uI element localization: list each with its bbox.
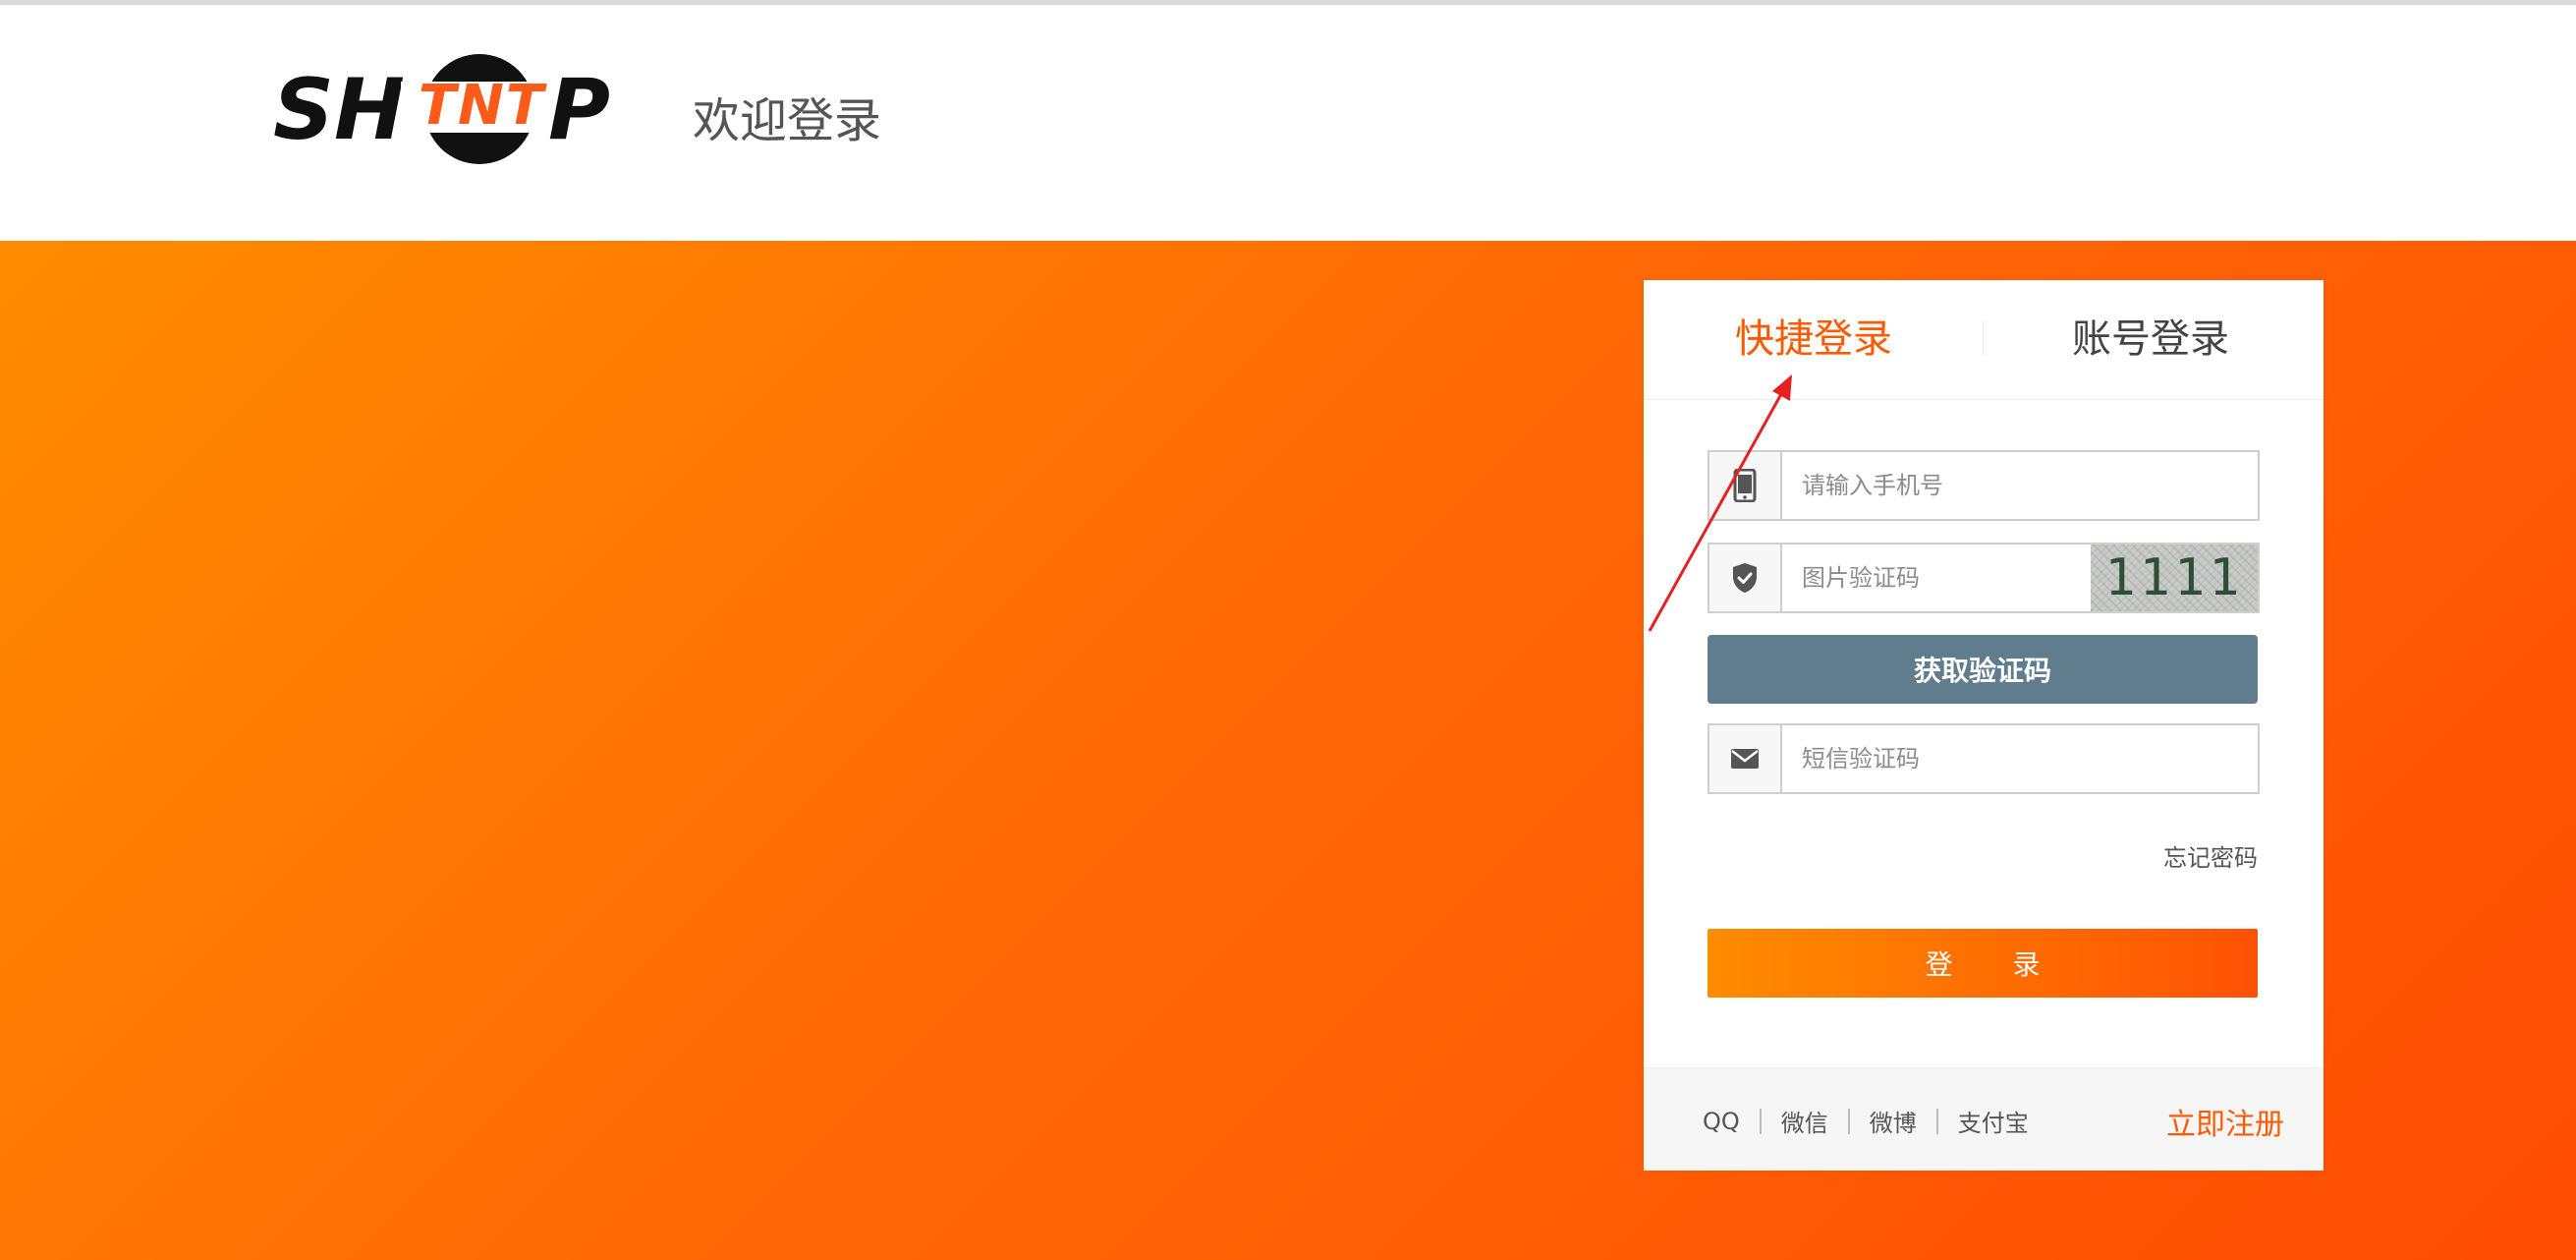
captcha-code: 1111 bbox=[2104, 548, 2244, 607]
tab-divider bbox=[1983, 321, 1984, 355]
login-button[interactable]: 登 录 bbox=[1708, 929, 2258, 998]
captcha-image[interactable]: 1111 bbox=[2091, 544, 2258, 611]
logo-text-right: P bbox=[548, 61, 611, 159]
shield-check-icon bbox=[1709, 544, 1782, 611]
tab-account-login[interactable]: 账号登录 bbox=[2072, 315, 2229, 363]
social-login-links: QQ 微信 微博 支付宝 bbox=[1703, 1104, 2029, 1138]
envelope-icon bbox=[1709, 725, 1782, 792]
social-separator bbox=[1759, 1108, 1762, 1134]
captcha-input[interactable] bbox=[1782, 544, 2095, 611]
mobile-phone-icon bbox=[1709, 452, 1782, 519]
site-logo[interactable]: SH TNT P bbox=[273, 44, 612, 164]
social-separator bbox=[1935, 1108, 1938, 1134]
panel-footer: QQ 微信 微博 支付宝 立即注册 bbox=[1644, 1067, 2324, 1171]
social-alipay-link[interactable]: 支付宝 bbox=[1958, 1104, 2029, 1138]
social-wechat-link[interactable]: 微信 bbox=[1781, 1104, 1828, 1138]
header: SH TNT P 欢迎登录 bbox=[0, 5, 2576, 241]
register-link[interactable]: 立即注册 bbox=[2166, 1100, 2284, 1143]
login-panel: 快捷登录 账号登录 1111 获取验证码 bbox=[1644, 280, 2324, 1171]
captcha-field: 1111 bbox=[1708, 543, 2260, 613]
social-qq-link[interactable]: QQ bbox=[1703, 1108, 1740, 1135]
forgot-password-link[interactable]: 忘记密码 bbox=[2163, 838, 2258, 873]
welcome-title: 欢迎登录 bbox=[693, 93, 882, 148]
phone-input[interactable] bbox=[1782, 452, 2254, 519]
login-tabs: 快捷登录 账号登录 bbox=[1644, 280, 2324, 400]
get-code-button[interactable]: 获取验证码 bbox=[1708, 635, 2258, 704]
tab-quick-login[interactable]: 快捷登录 bbox=[1735, 315, 1892, 363]
social-separator bbox=[1847, 1108, 1850, 1134]
sms-code-field bbox=[1708, 723, 2260, 794]
sms-code-input[interactable] bbox=[1782, 725, 2254, 792]
logo-text-middle: TNT bbox=[418, 74, 546, 138]
social-weibo-link[interactable]: 微博 bbox=[1870, 1104, 1917, 1138]
logo-text-left: SH bbox=[273, 61, 405, 159]
phone-field bbox=[1708, 450, 2260, 521]
